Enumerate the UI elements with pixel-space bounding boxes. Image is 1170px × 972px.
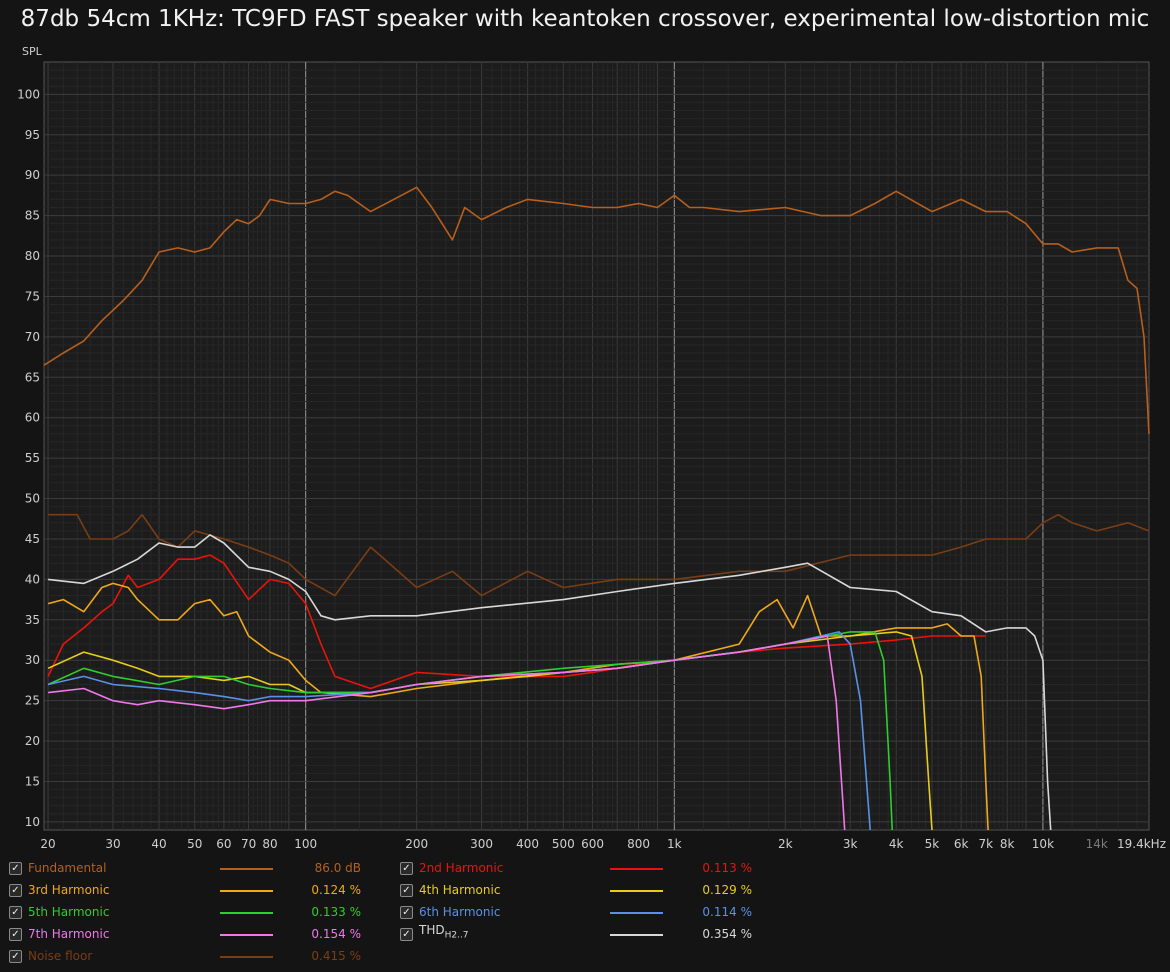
- legend-swatch-3rd-harmonic: [220, 890, 273, 892]
- x-tick-label: 1k: [667, 837, 682, 851]
- legend-row-thd[interactable]: ✓ THDH2..7 0.354 %: [390, 923, 780, 944]
- y-tick-label: 45: [25, 532, 40, 546]
- y-tick-label: 15: [25, 774, 40, 788]
- x-tick-label: 20: [40, 837, 55, 851]
- legend-row-5th-harmonic[interactable]: ✓ 5th Harmonic 0.133 %: [0, 902, 390, 922]
- checkbox-noise-floor[interactable]: ✓: [9, 950, 22, 963]
- checkbox-thd[interactable]: ✓: [400, 928, 413, 941]
- legend-row-fundamental[interactable]: ✓ Fundamental 86.0 dB: [0, 858, 390, 878]
- y-axis-label: SPL: [22, 45, 43, 58]
- legend-row-7th-harmonic[interactable]: ✓ 7th Harmonic 0.154 %: [0, 924, 390, 944]
- legend-swatch-6th-harmonic: [610, 912, 663, 914]
- y-tick-label: 60: [25, 411, 40, 425]
- checkbox-6th-harmonic[interactable]: ✓: [400, 906, 413, 919]
- legend-row-2nd-harmonic[interactable]: ✓ 2nd Harmonic 0.113 %: [390, 858, 780, 878]
- legend-swatch-noise-floor: [220, 956, 273, 958]
- legend-value-6th-harmonic: 0.114 %: [702, 905, 752, 919]
- legend-label-5th-harmonic: 5th Harmonic: [28, 905, 110, 919]
- x-tick-label: 10k: [1032, 837, 1054, 851]
- legend-value-fundamental: 86.0 dB: [314, 861, 361, 875]
- y-tick-label: 30: [25, 653, 40, 667]
- x-tick-label: 30: [105, 837, 120, 851]
- legend-label-7th-harmonic: 7th Harmonic: [28, 927, 110, 941]
- legend: ✓ Fundamental 86.0 dB ✓ 2nd Harmonic 0.1…: [0, 856, 1170, 972]
- legend-label-3rd-harmonic: 3rd Harmonic: [28, 883, 110, 897]
- y-tick-label: 75: [25, 289, 40, 303]
- x-tick-label: 600: [581, 837, 604, 851]
- x-tick-labels: 20 30 40 50 60 70 80 100 200 300 400 500 600 800 1k 2k 3…: [40, 837, 1166, 851]
- y-tick-label: 25: [25, 694, 40, 708]
- checkbox-fundamental[interactable]: ✓: [9, 862, 22, 875]
- x-tick-label: 40: [151, 837, 166, 851]
- x-tick-label: 100: [294, 837, 317, 851]
- y-tick-label: 10: [25, 815, 40, 829]
- x-tick-label: 70: [241, 837, 256, 851]
- legend-label-4th-harmonic: 4th Harmonic: [419, 883, 501, 897]
- legend-label-6th-harmonic: 6th Harmonic: [419, 905, 501, 919]
- x-tick-label: 4k: [889, 837, 904, 851]
- y-tick-label: 50: [25, 492, 40, 506]
- legend-label-2nd-harmonic: 2nd Harmonic: [419, 861, 504, 875]
- y-tick-label: 80: [25, 249, 40, 263]
- y-tick-label: 90: [25, 168, 40, 182]
- y-tick-label: 40: [25, 572, 40, 586]
- x-tick-label: 7k: [979, 837, 994, 851]
- legend-value-3rd-harmonic: 0.124 %: [311, 883, 361, 897]
- y-tick-label: 35: [25, 613, 40, 627]
- thd-label-main: THD: [419, 923, 445, 937]
- checkbox-5th-harmonic[interactable]: ✓: [9, 906, 22, 919]
- y-tick-label: 55: [25, 451, 40, 465]
- x-tick-label: 200: [405, 837, 428, 851]
- legend-label-thd: THDH2..7: [419, 923, 469, 940]
- x-tick-label: 300: [470, 837, 493, 851]
- legend-value-noise-floor: 0.415 %: [311, 949, 361, 963]
- y-tick-label: 100: [17, 87, 40, 101]
- legend-swatch-fundamental: [220, 868, 273, 870]
- x-tick-label: 80: [262, 837, 277, 851]
- legend-row-noise-floor[interactable]: ✓ Noise floor 0.415 %: [0, 946, 390, 966]
- x-tick-label: 19.4kHz: [1117, 837, 1166, 851]
- legend-swatch-thd: [610, 934, 663, 936]
- legend-label-fundamental: Fundamental: [28, 861, 107, 875]
- legend-value-5th-harmonic: 0.133 %: [311, 905, 361, 919]
- x-tick-label: 400: [516, 837, 539, 851]
- legend-value-7th-harmonic: 0.154 %: [311, 927, 361, 941]
- legend-value-2nd-harmonic: 0.113 %: [702, 861, 752, 875]
- legend-swatch-2nd-harmonic: [610, 868, 663, 870]
- thd-label-sub: H2..7: [444, 930, 469, 941]
- x-tick-label: 2k: [778, 837, 793, 851]
- x-tick-label: 60: [216, 837, 231, 851]
- x-tick-label: 5k: [925, 837, 940, 851]
- checkbox-2nd-harmonic[interactable]: ✓: [400, 862, 413, 875]
- checkbox-4th-harmonic[interactable]: ✓: [400, 884, 413, 897]
- x-tick-label: 3k: [843, 837, 858, 851]
- y-tick-label: 95: [25, 128, 40, 142]
- legend-value-4th-harmonic: 0.129 %: [702, 883, 752, 897]
- y-tick-labels: 10 15 20 25 30 35 40 45 50 55 60 65 70 75 80 85 90 95 100: [17, 87, 40, 829]
- legend-value-thd: 0.354 %: [702, 927, 752, 941]
- y-tick-label: 20: [25, 734, 40, 748]
- x-tick-label: 6k: [954, 837, 969, 851]
- legend-swatch-4th-harmonic: [610, 890, 663, 892]
- y-tick-label: 85: [25, 209, 40, 223]
- x-tick-label: 50: [187, 837, 202, 851]
- x-tick-label: 14k: [1086, 837, 1108, 851]
- legend-row-4th-harmonic[interactable]: ✓ 4th Harmonic 0.129 %: [390, 880, 780, 900]
- x-tick-label: 500: [552, 837, 575, 851]
- legend-swatch-7th-harmonic: [220, 934, 273, 936]
- frequency-response-plot[interactable]: 20 30 40 50 60 70 80 100 200 300 400 500 600 800 1k 2k 3…: [0, 0, 1170, 856]
- checkbox-7th-harmonic[interactable]: ✓: [9, 928, 22, 941]
- legend-row-3rd-harmonic[interactable]: ✓ 3rd Harmonic 0.124 %: [0, 880, 390, 900]
- legend-swatch-5th-harmonic: [220, 912, 273, 914]
- legend-label-noise-floor: Noise floor: [28, 949, 93, 963]
- x-tick-label: 800: [627, 837, 650, 851]
- legend-row-6th-harmonic[interactable]: ✓ 6th Harmonic 0.114 %: [390, 902, 780, 922]
- x-tick-label: 8k: [1000, 837, 1015, 851]
- y-tick-label: 65: [25, 370, 40, 384]
- checkbox-3rd-harmonic[interactable]: ✓: [9, 884, 22, 897]
- y-tick-label: 70: [25, 330, 40, 344]
